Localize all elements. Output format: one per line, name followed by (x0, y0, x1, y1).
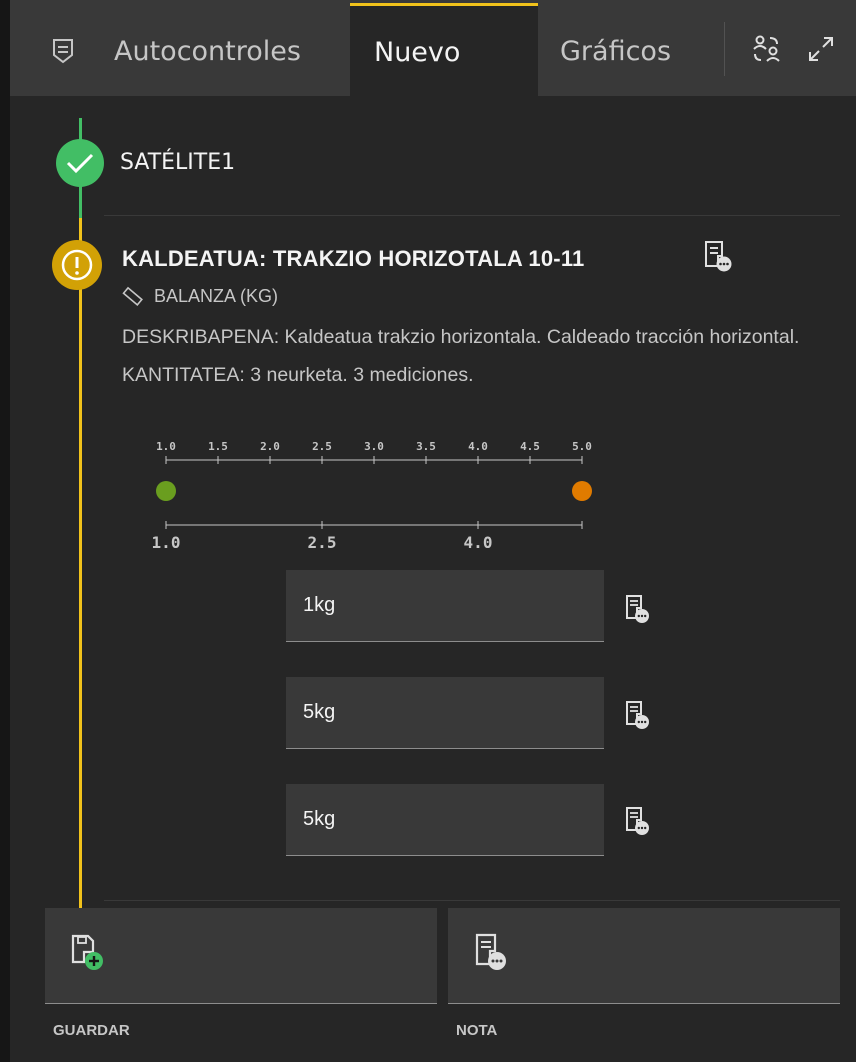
left-edge (0, 0, 10, 1062)
data-point (572, 481, 592, 501)
form-icon (53, 39, 73, 64)
note-icon[interactable] (624, 806, 650, 836)
bottom-axis-tick-label: 1.0 (152, 533, 181, 552)
measurement-input[interactable] (286, 784, 604, 856)
top-axis-tick-label: 1.5 (208, 440, 228, 453)
maximize-icon[interactable] (806, 34, 836, 64)
top-axis-tick-label: 4.5 (520, 440, 540, 453)
bottom-axis-tick-label: 2.5 (308, 533, 337, 552)
top-axis-tick-label: 3.5 (416, 440, 436, 453)
top-axis-tick-label: 2.0 (260, 440, 280, 453)
bottom-axis-tick-label: 4.0 (464, 533, 493, 552)
top-axis-tick-label: 3.0 (364, 440, 384, 453)
range-chart: 1.0 1.5 2.0 2.5 3.0 3.5 4.0 4.5 5.0 1.0 2.5 4.0 (152, 440, 592, 552)
instrument-label: BALANZA (KG) (154, 285, 279, 306)
note-icon[interactable] (703, 240, 733, 272)
user-switch-icon[interactable] (752, 34, 782, 64)
timeline-line-active (79, 218, 82, 908)
step-description: DESKRIBAPENA: Kaldeatua trakzio horizont… (122, 326, 800, 386)
divider (104, 900, 840, 901)
tab-label: Nuevo (374, 37, 461, 68)
save-label: GUARDAR (53, 1022, 130, 1039)
measurement-input[interactable] (286, 570, 604, 642)
measurement-input[interactable] (286, 677, 604, 749)
warning-icon (52, 240, 102, 290)
top-axis-tick-label: 2.5 (312, 440, 332, 453)
divider (104, 215, 840, 216)
top-axis-tick-label: 1.0 (156, 440, 176, 453)
note-icon[interactable] (624, 700, 650, 730)
step-title: KALDEATUA: TRAKZIO HORIZOTALA 10-11 (122, 246, 585, 271)
note-icon (475, 933, 506, 970)
step-title[interactable]: SATÉLITE1 (120, 150, 235, 175)
data-point (156, 481, 176, 501)
top-axis-tick-label: 5.0 (572, 440, 592, 453)
note-icon[interactable] (624, 594, 650, 624)
top-axis-tick-label: 4.0 (468, 440, 488, 453)
checkmark-icon (56, 139, 104, 187)
note-label: NOTA (456, 1022, 498, 1039)
save-add-icon (71, 934, 103, 970)
instrument: BALANZA (KG) (122, 285, 278, 307)
tab-label: Gráficos (560, 35, 672, 67)
tab-label: Autocontroles (114, 35, 301, 67)
tab-graficos[interactable]: Gráficos (538, 6, 723, 96)
tab-separator (724, 22, 725, 76)
ruler-icon (122, 286, 143, 306)
note-button[interactable] (448, 908, 840, 1004)
save-button[interactable] (45, 908, 437, 1004)
tab-nuevo[interactable]: Nuevo (350, 3, 538, 99)
tab-autocontroles[interactable]: Autocontroles (10, 6, 350, 96)
